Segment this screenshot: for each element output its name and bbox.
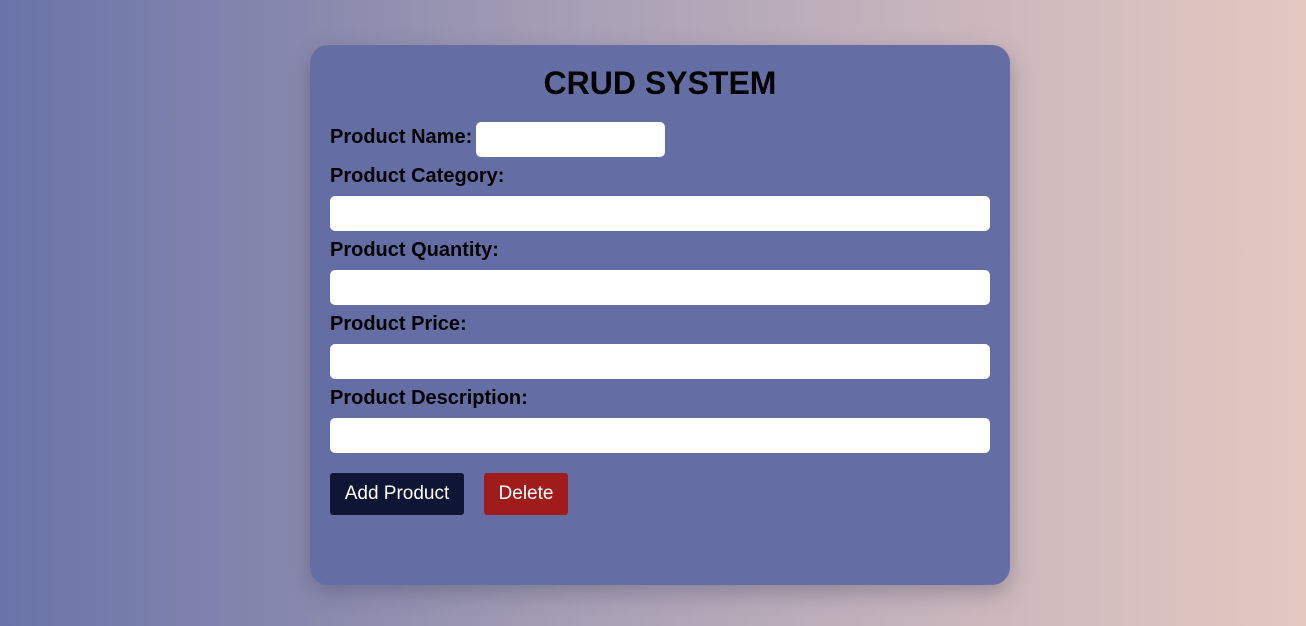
product-category-input[interactable] <box>330 196 990 231</box>
product-price-label: Product Price: <box>330 313 467 335</box>
product-quantity-label: Product Quantity: <box>330 239 499 261</box>
delete-button[interactable]: Delete <box>484 473 568 515</box>
crud-form-card: CRUD SYSTEM Product Name: Product Catego… <box>310 45 1010 585</box>
add-product-button[interactable]: Add Product <box>330 473 464 515</box>
product-name-label: Product Name: <box>330 126 473 148</box>
product-quantity-input[interactable] <box>330 270 990 305</box>
page-title: CRUD SYSTEM <box>543 65 777 101</box>
product-description-label: Product Description: <box>330 387 528 409</box>
product-description-input[interactable] <box>330 418 990 453</box>
product-category-label: Product Category: <box>330 165 505 187</box>
product-name-input[interactable] <box>476 122 665 157</box>
product-price-input[interactable] <box>330 344 990 379</box>
